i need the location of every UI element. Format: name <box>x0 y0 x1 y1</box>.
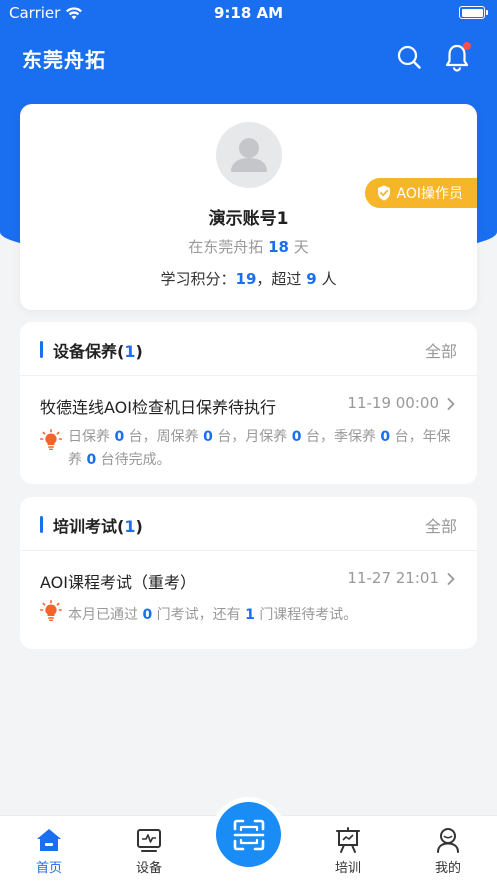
training-all-link[interactable]: 全部 <box>425 513 457 537</box>
desc-text: 门课程待考试。 <box>259 607 358 623</box>
days-prefix: 在东莞舟拓 <box>188 238 264 256</box>
role-label: AOI操作员 <box>396 186 463 202</box>
pending-count: 1 <box>245 607 255 623</box>
maintenance-title: 设备保养(1) <box>53 338 143 362</box>
app-title: 东莞舟拓 <box>22 48 106 72</box>
task-title: AOI课程考试（重考） <box>40 573 196 592</box>
scan-button[interactable] <box>211 797 286 872</box>
user-name: 演示账号1 <box>208 209 289 229</box>
maintenance-title-end: ) <box>135 342 143 361</box>
desc-text: 台，季保养 <box>305 429 376 445</box>
user-avatar-icon <box>231 138 267 172</box>
weekly-count: 0 <box>203 429 213 445</box>
task-time: 11-19 00:00 <box>347 394 439 412</box>
desc-text: 台，月保养 <box>217 429 288 445</box>
tab-training[interactable]: 培训 <box>308 816 388 883</box>
task-title: 牧德连线AOI检查机日保养待执行 <box>40 398 276 417</box>
tab-label: 设备 <box>135 861 162 876</box>
battery-icon <box>459 6 488 19</box>
training-header: 培训考试(1) 全部 <box>20 497 477 551</box>
maintenance-title-text: 设备保养( <box>53 342 125 361</box>
chevron-right-icon <box>447 573 455 585</box>
maintenance-all-link[interactable]: 全部 <box>425 338 457 362</box>
search-icon[interactable] <box>394 42 424 72</box>
training-title-text: 培训考试( <box>53 517 125 536</box>
notification-button[interactable] <box>442 42 472 72</box>
section-marker <box>40 341 43 358</box>
home-icon <box>37 829 61 851</box>
passed-count: 0 <box>142 607 153 623</box>
avatar[interactable] <box>216 122 282 188</box>
desc-text: 门考试，还有 <box>156 607 241 623</box>
tab-label: 首页 <box>35 861 62 876</box>
points-mid: ，超过 <box>256 270 302 288</box>
training-title: 培训考试(1) <box>53 513 143 537</box>
rank-value: 9 <box>306 270 317 288</box>
tab-home[interactable]: 首页 <box>9 816 89 883</box>
days-in-company: 在东莞舟拓 18 天 <box>20 236 477 257</box>
training-title-end: ) <box>135 517 143 536</box>
task-time: 11-27 21:01 <box>347 569 439 587</box>
lightbulb-icon <box>40 429 62 450</box>
profile-card: AOI操作员 演示账号1 在东莞舟拓 18 天 学习积分：19，超过 9 人 <box>20 104 477 310</box>
tab-profile[interactable]: 我的 <box>408 816 488 883</box>
tab-label: 我的 <box>434 861 461 876</box>
task-description: 日保养 0 台，周保养 0 台，月保养 0 台，季保养 0 台，年保养 0 台待… <box>68 426 463 472</box>
presentation-board-icon <box>336 827 360 853</box>
maintenance-count: 1 <box>124 342 136 361</box>
training-card: 培训考试(1) 全部 AOI课程考试（重考） 11-27 21:01 本月已通过… <box>20 497 477 649</box>
maintenance-card: 设备保养(1) 全部 牧德连线AOI检查机日保养待执行 11-19 00:00 … <box>20 322 477 484</box>
rank-suffix: 人 <box>321 270 337 288</box>
days-suffix: 天 <box>293 238 309 256</box>
daily-count: 0 <box>114 429 125 445</box>
task-description: 本月已通过 0 门考试，还有 1 门课程待考试。 <box>68 604 463 627</box>
scan-button-inner <box>216 802 281 867</box>
user-icon <box>437 828 459 853</box>
tab-label: 培训 <box>334 861 361 876</box>
maintenance-header: 设备保养(1) 全部 <box>20 322 477 376</box>
section-marker <box>40 516 43 533</box>
scan-icon <box>233 819 264 850</box>
desc-text: 日保养 <box>68 429 110 445</box>
learning-points: 学习积分：19，超过 9 人 <box>20 268 477 289</box>
quarterly-count: 0 <box>380 429 391 445</box>
tab-equipment[interactable]: 设备 <box>109 816 189 883</box>
monitor-icon <box>137 829 161 852</box>
shield-check-icon <box>377 185 390 201</box>
points-value: 19 <box>235 270 257 288</box>
chevron-right-icon <box>447 398 455 410</box>
monthly-count: 0 <box>291 429 302 445</box>
status-bar: Carrier 9:18 AM <box>0 0 497 26</box>
desc-text: 台，周保养 <box>128 429 199 445</box>
training-count: 1 <box>124 517 136 536</box>
yearly-count: 0 <box>86 452 97 468</box>
points-prefix: 学习积分： <box>160 270 236 288</box>
notification-dot <box>463 42 471 50</box>
days-value: 18 <box>268 238 289 256</box>
desc-text: 本月已通过 <box>68 607 138 623</box>
lightbulb-icon <box>40 600 62 621</box>
status-time: 9:18 AM <box>213 4 284 22</box>
desc-text: 台待完成。 <box>100 452 171 468</box>
